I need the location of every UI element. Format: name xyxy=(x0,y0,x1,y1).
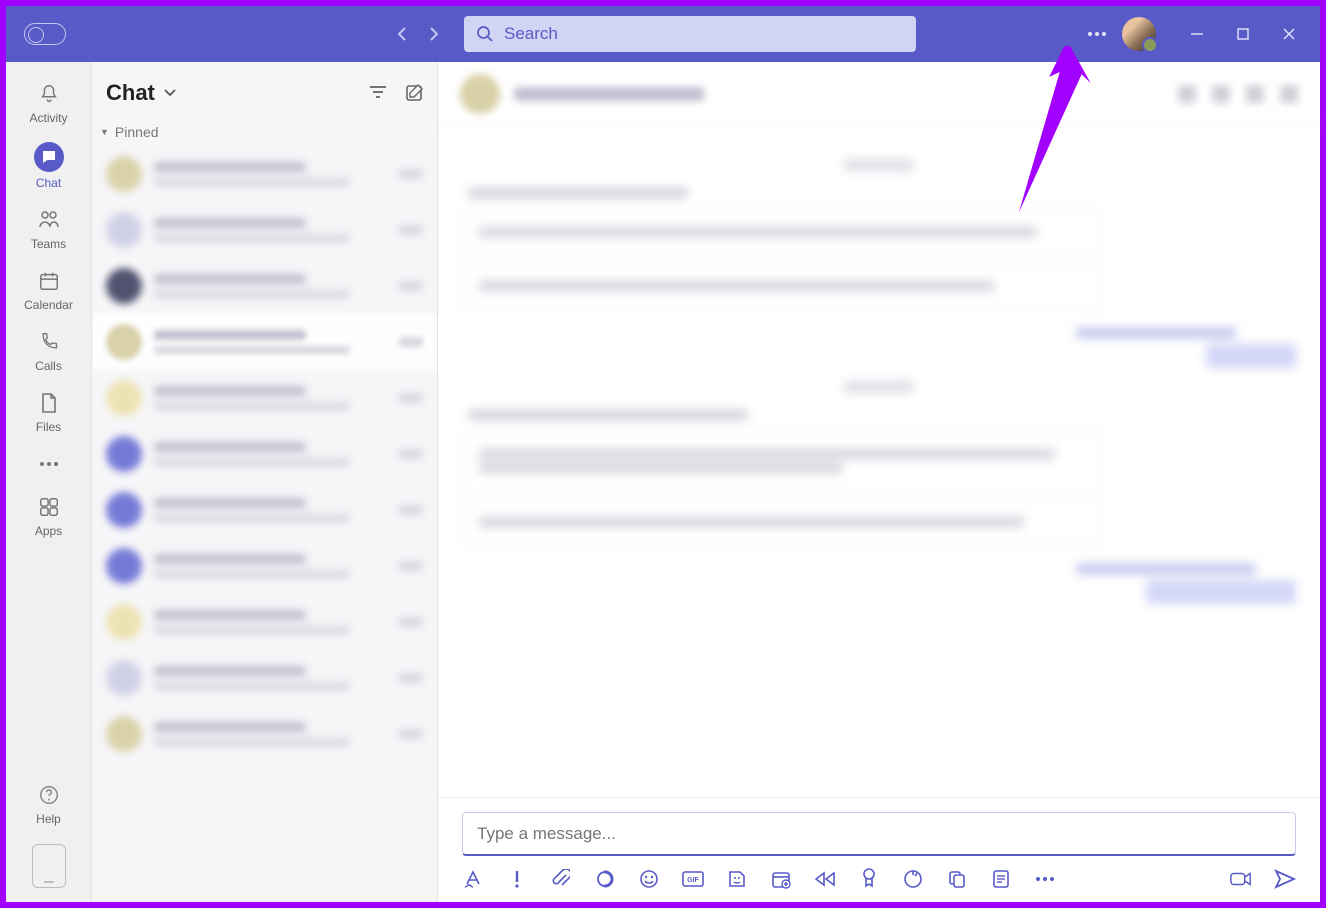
rail-calls-label: Calls xyxy=(35,359,62,373)
chat-row[interactable] xyxy=(92,258,437,314)
phone-icon xyxy=(39,329,59,355)
gif-button[interactable]: GIF xyxy=(682,868,704,890)
chat-row[interactable] xyxy=(92,202,437,258)
rail-files[interactable]: Files xyxy=(14,381,84,442)
rail-chat-label: Chat xyxy=(36,176,61,190)
forward-button[interactable] xyxy=(421,21,447,47)
attach-button[interactable] xyxy=(550,868,572,890)
notes-button[interactable] xyxy=(990,868,1012,890)
emoji-button[interactable] xyxy=(638,868,660,890)
minimize-button[interactable] xyxy=(1174,6,1220,62)
rail-chat[interactable]: Chat xyxy=(14,133,84,198)
close-button[interactable] xyxy=(1266,6,1312,62)
section-pinned[interactable]: ▼ Pinned xyxy=(92,116,437,146)
priority-button[interactable] xyxy=(506,868,528,890)
conversation-header xyxy=(438,62,1320,126)
rail-activity-label: Activity xyxy=(29,111,67,125)
send-button[interactable] xyxy=(1274,868,1296,890)
conversation: GIF xyxy=(438,62,1320,902)
section-pinned-label: Pinned xyxy=(115,124,159,140)
header-action[interactable] xyxy=(1212,85,1230,103)
more-actions-button[interactable] xyxy=(1034,868,1056,890)
rail-calendar-label: Calendar xyxy=(24,298,73,312)
rail-help[interactable]: Help xyxy=(14,778,84,830)
conversation-title xyxy=(514,87,704,101)
triangle-down-icon: ▼ xyxy=(100,127,109,137)
copy-button[interactable] xyxy=(946,868,968,890)
search-icon xyxy=(476,25,494,43)
message-bubble[interactable] xyxy=(462,262,1102,310)
format-button[interactable] xyxy=(462,868,484,890)
rail-apps[interactable]: Apps xyxy=(14,485,84,546)
chat-row[interactable] xyxy=(92,650,437,706)
conversation-avatar[interactable] xyxy=(460,74,500,114)
message-bubble[interactable] xyxy=(462,498,1102,546)
chevron-down-icon[interactable] xyxy=(163,88,177,98)
header-action[interactable] xyxy=(1246,85,1264,103)
bell-icon xyxy=(38,81,60,107)
message-list xyxy=(438,126,1320,797)
rail-files-label: Files xyxy=(36,420,61,434)
approvals-button[interactable] xyxy=(858,868,880,890)
rail-help-label: Help xyxy=(36,812,61,826)
filter-button[interactable] xyxy=(369,84,387,102)
rail-more[interactable] xyxy=(14,442,84,485)
rail-teams-label: Teams xyxy=(31,237,66,251)
viva-button[interactable] xyxy=(902,868,924,890)
chat-row[interactable] xyxy=(92,482,437,538)
header-action[interactable] xyxy=(1280,85,1298,103)
header-action[interactable] xyxy=(1178,85,1196,103)
svg-text:GIF: GIF xyxy=(687,877,699,884)
outgoing-message[interactable] xyxy=(1076,564,1296,604)
search-box[interactable] xyxy=(464,16,916,52)
compose-area: GIF xyxy=(438,797,1320,902)
rail-calls[interactable]: Calls xyxy=(14,320,84,381)
chat-icon xyxy=(34,142,64,172)
outgoing-message[interactable] xyxy=(1076,328,1296,368)
schedule-button[interactable] xyxy=(770,868,792,890)
chat-row[interactable] xyxy=(92,538,437,594)
compose-toolbar: GIF xyxy=(462,868,1296,890)
message-bubble[interactable] xyxy=(462,208,1102,256)
teams-icon xyxy=(37,207,61,233)
rail-teams[interactable]: Teams xyxy=(14,198,84,259)
chat-panel: Chat ▼ Pinned xyxy=(92,62,438,902)
rail-apps-label: Apps xyxy=(35,524,62,538)
rail-calendar[interactable]: Calendar xyxy=(14,259,84,320)
chat-row[interactable] xyxy=(92,594,437,650)
back-button[interactable] xyxy=(389,21,415,47)
sticker-button[interactable] xyxy=(726,868,748,890)
chat-row[interactable] xyxy=(92,426,437,482)
message-bubble[interactable] xyxy=(462,430,1102,492)
help-icon xyxy=(38,782,60,808)
profile-avatar[interactable] xyxy=(1122,17,1156,51)
chat-row[interactable] xyxy=(92,146,437,202)
file-icon xyxy=(40,390,58,416)
video-clip-button[interactable] xyxy=(1230,868,1252,890)
date-separator xyxy=(462,380,1296,398)
titlebar-toggle[interactable] xyxy=(24,23,66,45)
settings-and-more-button[interactable] xyxy=(1080,31,1114,37)
message-input[interactable] xyxy=(477,824,1281,844)
search-input[interactable] xyxy=(504,24,904,44)
loop-button[interactable] xyxy=(594,868,616,890)
chat-row[interactable] xyxy=(92,706,437,762)
stream-button[interactable] xyxy=(814,868,836,890)
maximize-button[interactable] xyxy=(1220,6,1266,62)
rail-device[interactable] xyxy=(32,844,66,888)
message-input-wrap[interactable] xyxy=(462,812,1296,856)
panel-title: Chat xyxy=(106,80,155,106)
rail-activity[interactable]: Activity xyxy=(14,72,84,133)
chat-row[interactable] xyxy=(92,370,437,426)
chat-list xyxy=(92,146,437,902)
app-rail: Activity Chat Teams Calendar xyxy=(6,62,92,902)
date-separator xyxy=(462,158,1296,176)
chat-row[interactable] xyxy=(92,314,437,370)
new-chat-button[interactable] xyxy=(405,84,423,102)
calendar-icon xyxy=(38,268,60,294)
titlebar xyxy=(6,6,1320,62)
more-icon xyxy=(38,451,60,477)
apps-icon xyxy=(38,494,60,520)
